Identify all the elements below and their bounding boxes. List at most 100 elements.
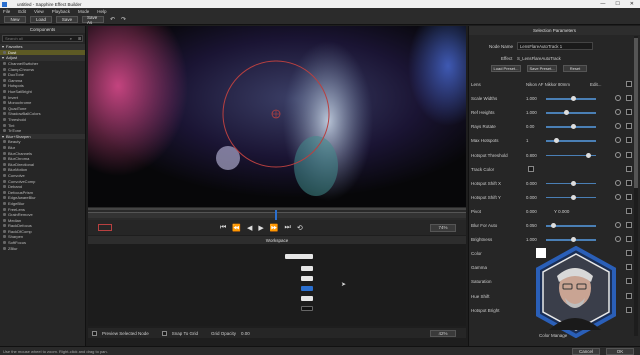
play-reverse-icon[interactable]: ◀	[247, 224, 252, 232]
node-name-field[interactable]: LensFlareAutoTrack 1	[517, 42, 593, 50]
param-animate-checkbox[interactable]	[626, 95, 632, 102]
grid-opacity-value[interactable]: 0.00	[241, 331, 250, 336]
reset-param-icon[interactable]	[615, 236, 621, 243]
reset-param-icon[interactable]	[615, 151, 621, 158]
expand-arrow-icon[interactable]: ▾	[2, 44, 4, 49]
component-item[interactable]: ZBlur	[0, 245, 85, 251]
param-animate-checkbox[interactable]	[626, 306, 632, 313]
reset-param-icon[interactable]	[615, 193, 621, 200]
parameters-scrollbar[interactable]	[634, 36, 638, 336]
menu-edit[interactable]: Edit	[18, 9, 26, 14]
param-value[interactable]: 0.000	[526, 181, 546, 186]
slider-knob[interactable]	[571, 96, 576, 102]
node-selected[interactable]	[301, 286, 313, 291]
new-button[interactable]: New	[4, 16, 26, 23]
load-preset-button[interactable]: Load Preset...	[491, 65, 521, 72]
cancel-button[interactable]: Cancel	[572, 348, 600, 355]
snap-to-grid-checkbox[interactable]	[161, 330, 167, 336]
param-animate-checkbox[interactable]	[626, 264, 632, 271]
playhead[interactable]	[275, 210, 277, 220]
param-slider[interactable]	[546, 180, 596, 186]
param-value[interactable]: 1.000	[526, 96, 546, 101]
param-extra[interactable]: Edit...	[590, 82, 602, 87]
minimize-button[interactable]: —	[600, 1, 605, 7]
param-slider[interactable]	[546, 96, 596, 102]
param-value[interactable]: 0.000	[526, 209, 546, 214]
node-output[interactable]	[301, 306, 313, 311]
slider-knob[interactable]	[553, 138, 559, 144]
reset-param-icon[interactable]	[615, 179, 621, 186]
save-preset-button[interactable]: Save Preset...	[527, 65, 557, 72]
param-animate-checkbox[interactable]	[626, 179, 632, 186]
param-value[interactable]: 0.800	[526, 153, 546, 158]
param-value[interactable]: Nikon AF Nikkor 80mm	[526, 82, 582, 87]
workspace-zoom-select[interactable]: 42%	[430, 329, 456, 337]
slider-knob[interactable]	[571, 194, 576, 200]
component-item[interactable]: Dust	[0, 49, 85, 56]
expand-arrow-icon[interactable]: ▾	[2, 55, 4, 60]
param-slider[interactable]	[546, 138, 596, 144]
save-as-button[interactable]: Save As	[82, 15, 104, 25]
menu-file[interactable]: File	[3, 9, 10, 14]
param-value[interactable]: 1	[526, 138, 546, 143]
node-input[interactable]	[285, 254, 313, 259]
display-mode-select[interactable]	[98, 224, 112, 231]
param-animate-checkbox[interactable]	[626, 236, 632, 243]
param-animate-checkbox[interactable]	[626, 207, 632, 214]
slider-knob[interactable]	[586, 152, 591, 158]
scrollbar-thumb[interactable]	[634, 38, 638, 188]
menu-playback[interactable]: Playback	[52, 9, 70, 14]
param-slider[interactable]	[546, 237, 596, 243]
reset-param-icon[interactable]	[615, 109, 621, 116]
menu-view[interactable]: View	[34, 9, 44, 14]
param-animate-checkbox[interactable]	[626, 292, 632, 299]
slider-knob[interactable]	[571, 180, 576, 186]
timeline[interactable]	[88, 207, 466, 220]
collapse-icon[interactable]: ⊞	[78, 36, 81, 41]
node-2[interactable]	[301, 276, 313, 281]
param-animate-checkbox[interactable]	[626, 193, 632, 200]
param-value[interactable]: 0.000	[526, 195, 546, 200]
reset-button[interactable]: Reset	[563, 65, 587, 72]
reset-param-icon[interactable]	[615, 95, 621, 102]
param-animate-checkbox[interactable]	[626, 151, 632, 158]
viewer-zoom-select[interactable]: 74%	[430, 223, 456, 232]
undo-icon[interactable]: ↶	[110, 16, 115, 23]
param-value[interactable]: 0.050	[526, 223, 546, 228]
param-animate-checkbox[interactable]	[626, 278, 632, 285]
step-forward-icon[interactable]: ⏩	[270, 224, 279, 232]
search-icon[interactable]: ⌕	[70, 36, 72, 41]
reset-param-icon[interactable]	[615, 222, 621, 228]
load-button[interactable]: Load	[30, 16, 52, 23]
step-back-icon[interactable]: ⏪	[232, 224, 241, 232]
menu-help[interactable]: Help	[97, 9, 106, 14]
maximize-button[interactable]: ☐	[615, 1, 619, 7]
redo-icon[interactable]: ↷	[121, 16, 126, 23]
menu-mode[interactable]: Mode	[78, 9, 89, 14]
reset-param-icon[interactable]	[615, 137, 621, 144]
viewer[interactable]	[88, 26, 466, 207]
search-input[interactable]: Search all ⌕ ⊞	[2, 35, 83, 42]
reset-param-icon[interactable]	[615, 123, 621, 130]
param-animate-checkbox[interactable]	[626, 109, 632, 116]
node-1[interactable]	[301, 266, 313, 271]
slider-knob[interactable]	[563, 110, 569, 116]
param-slider[interactable]	[546, 110, 596, 116]
ok-button[interactable]: OK	[606, 348, 634, 355]
component-item[interactable]: TriTone	[0, 128, 85, 134]
slider-knob[interactable]	[571, 124, 576, 130]
param-value[interactable]: 1.000	[526, 110, 546, 115]
loop-icon[interactable]: ⟲	[297, 224, 303, 232]
slider-knob[interactable]	[551, 223, 556, 228]
param-value[interactable]: 0.00	[526, 124, 546, 129]
save-button[interactable]: Save	[56, 16, 78, 23]
param-animate-checkbox[interactable]	[626, 222, 632, 228]
close-button[interactable]: ✕	[630, 1, 634, 7]
param-slider[interactable]	[546, 194, 596, 200]
param-slider[interactable]	[546, 223, 596, 228]
param-animate-checkbox[interactable]	[626, 137, 632, 144]
param-animate-checkbox[interactable]	[626, 165, 632, 172]
last-frame-icon[interactable]: ⏭	[285, 224, 291, 232]
expand-arrow-icon[interactable]: ▾	[2, 134, 4, 139]
slider-knob[interactable]	[571, 237, 576, 243]
